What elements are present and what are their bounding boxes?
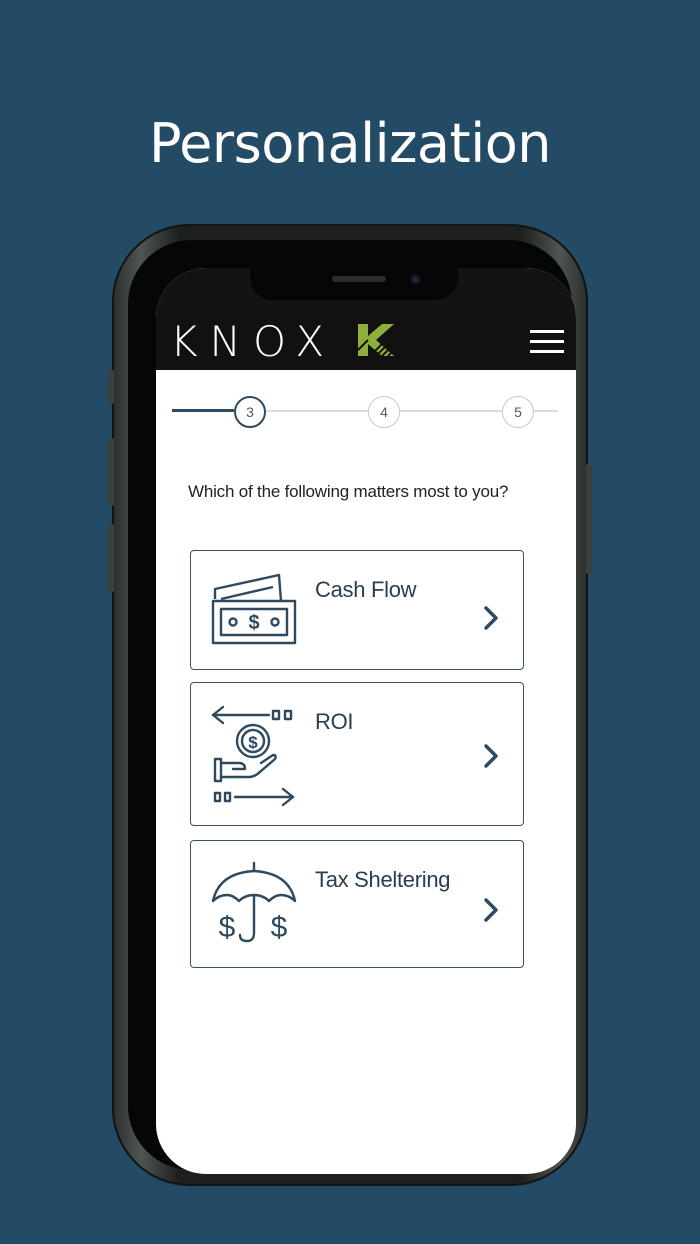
phone-frame: KNOX 3 4 5 Which of the following matter… <box>108 224 592 1186</box>
progress-line <box>400 410 504 412</box>
option-roi[interactable]: $ ROI <box>190 682 524 826</box>
chevron-right-icon <box>484 606 498 630</box>
knox-logo-icon <box>357 324 395 357</box>
mute-switch <box>108 370 114 404</box>
progress-line <box>534 410 558 412</box>
front-camera <box>410 274 421 285</box>
brand-logo-text: KNOX <box>170 317 337 366</box>
option-label: Tax Sheltering <box>315 867 451 892</box>
step-4[interactable]: 4 <box>368 396 400 428</box>
svg-text:$: $ <box>219 911 236 944</box>
step-3[interactable]: 3 <box>234 396 266 428</box>
app-header: KNOX <box>156 314 576 370</box>
umbrella-icon: $ $ <box>211 861 297 944</box>
page-headline: Personalization <box>149 112 551 175</box>
svg-text:$: $ <box>248 612 259 634</box>
option-label: ROI <box>315 709 354 734</box>
menu-bar-bottom <box>530 350 564 353</box>
cash-icon: $ <box>211 573 297 645</box>
menu-bar-top <box>530 330 564 333</box>
svg-text:$: $ <box>248 733 258 752</box>
option-label: Cash Flow <box>315 577 417 602</box>
volume-up-button <box>108 438 114 506</box>
progress-line <box>264 410 368 412</box>
phone-bezel: KNOX 3 4 5 Which of the following matter… <box>128 240 576 1174</box>
svg-text:$: $ <box>271 911 288 944</box>
progress-line-completed <box>172 409 234 412</box>
phone-screen: KNOX 3 4 5 Which of the following matter… <box>156 268 576 1174</box>
chevron-right-icon <box>484 898 498 922</box>
option-tax-sheltering[interactable]: $ $ Tax Sheltering <box>190 840 524 968</box>
question-text: Which of the following matters most to y… <box>188 482 509 501</box>
chevron-right-icon <box>484 744 498 768</box>
progress-stepper: 3 4 5 <box>156 396 576 428</box>
power-button <box>586 464 592 574</box>
roi-icon: $ <box>211 705 295 807</box>
volume-down-button <box>108 524 114 592</box>
hamburger-menu-button[interactable] <box>530 328 564 356</box>
notch <box>250 268 458 300</box>
option-cash-flow[interactable]: $ Cash Flow <box>190 550 524 670</box>
menu-bar-middle <box>530 340 564 343</box>
speaker-grille <box>332 276 386 282</box>
step-5[interactable]: 5 <box>502 396 534 428</box>
